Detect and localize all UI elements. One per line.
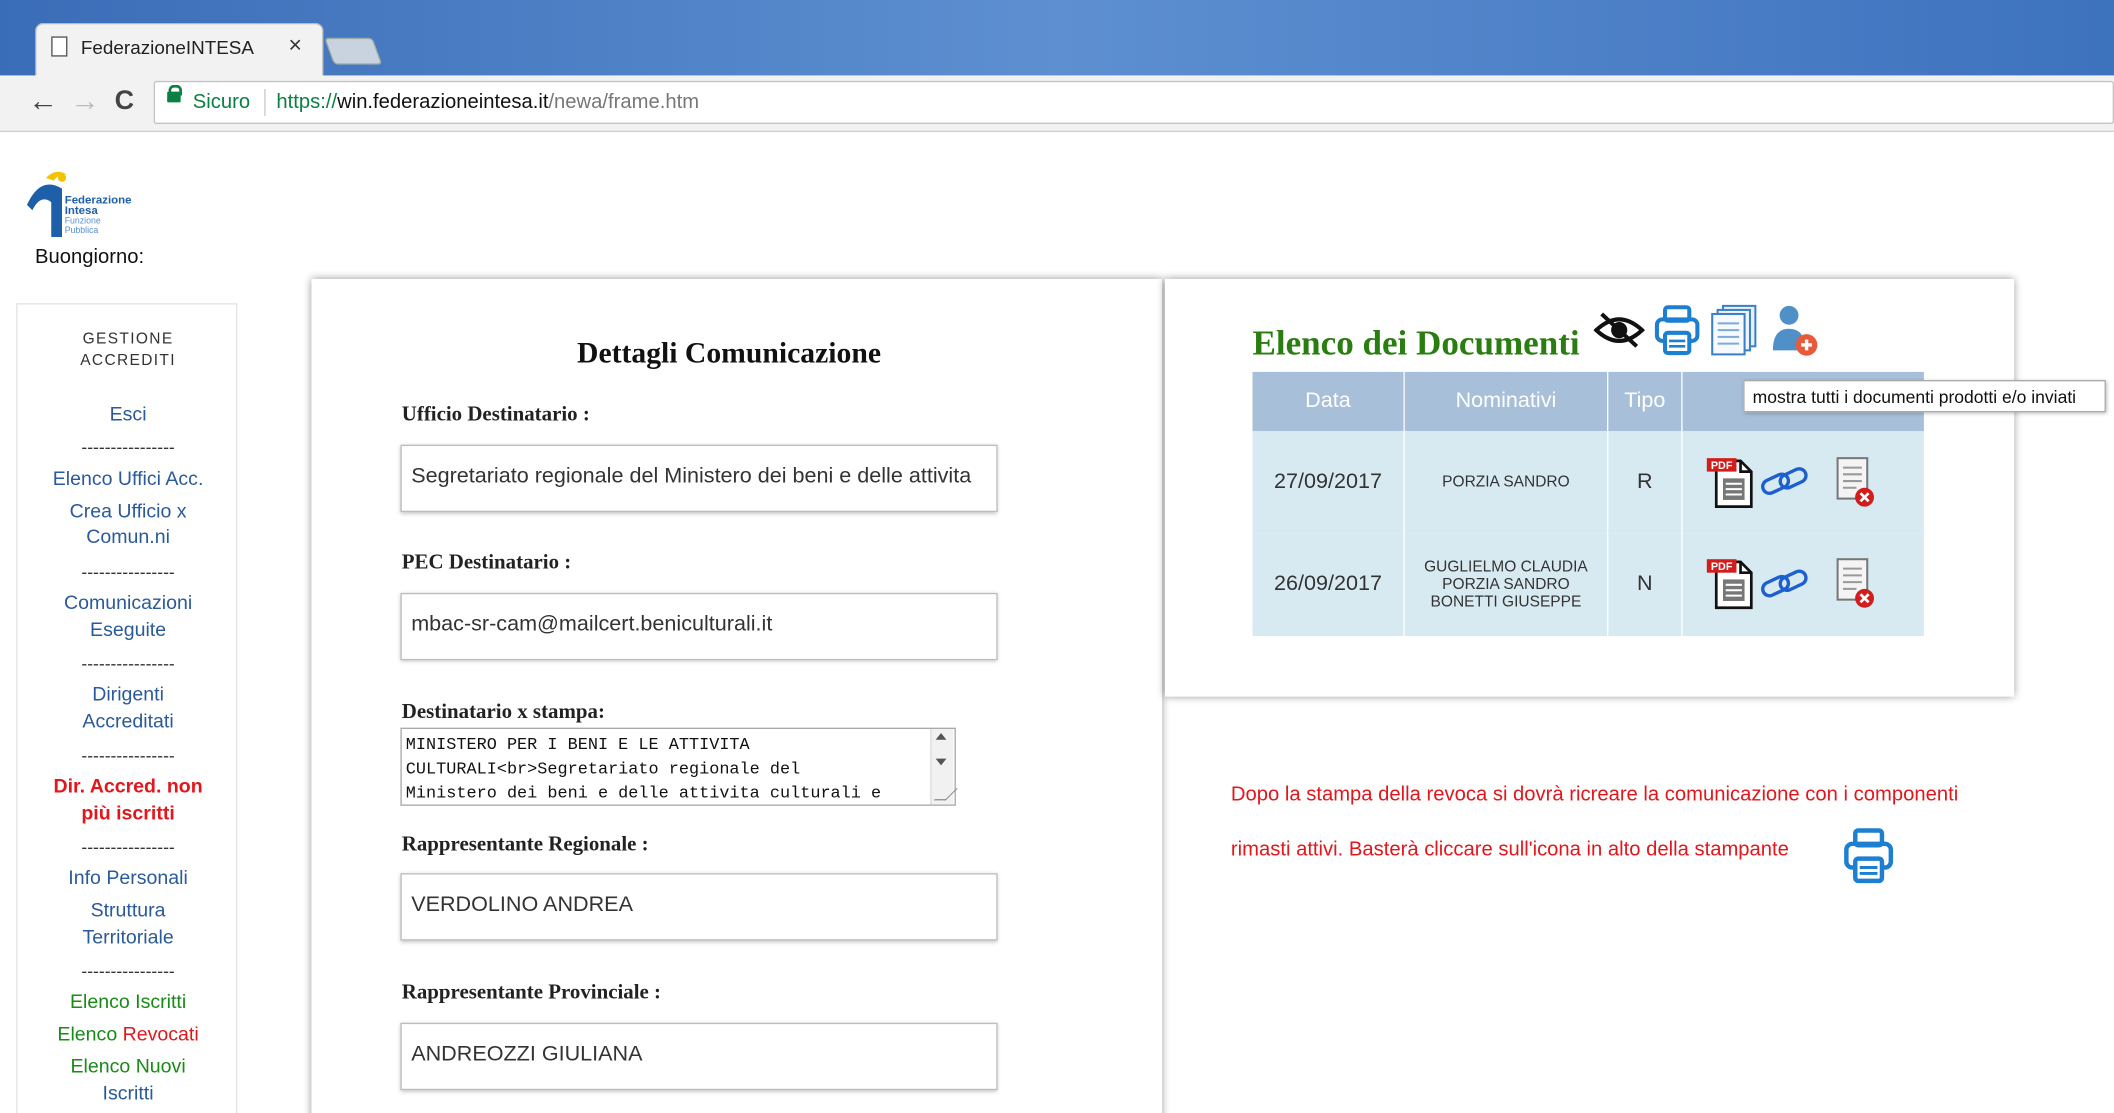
sidebar-item-crea-ufficio[interactable]: Crea Ufficio x Comun.ni [18,500,239,551]
sidebar-item-elenco-nuovi-iscritti[interactable]: Elenco Nuovi Iscritti [18,1054,239,1108]
ufficio-label: Ufficio Destinatario : [401,402,590,426]
sidebar-item-struttura-territoriale[interactable]: Struttura Territoriale [18,897,239,951]
table-cell-date: 26/09/2017 [1252,533,1405,637]
pec-field[interactable]: mbac-sr-cam@mailcert.beniculturali.it [400,592,998,661]
table-cell-date: 27/09/2017 [1252,431,1405,534]
sidebar-separator: ---------------- [81,436,175,457]
print-icon[interactable] [1842,826,1896,885]
secure-label[interactable]: Sicuro [193,90,250,113]
pdf-icon[interactable]: PDF [1705,557,1756,611]
provinciale-field[interactable]: ANDREOZZI GIULIANA [400,1022,998,1091]
close-tab-icon[interactable]: × [289,32,302,59]
column-header-data: Data [1252,371,1405,432]
sidebar-item-elenco-iscritti[interactable]: Elenco Iscritti [18,989,239,1016]
url-path: /newa/frame.htm [548,90,700,114]
url-divider [264,88,266,116]
sidebar-item-elenco-revocati[interactable]: Elenco Revocati [18,1021,239,1048]
url-scheme: https:// [276,90,338,114]
link-icon[interactable] [1759,566,1810,601]
sidebar-item-esci[interactable]: Esci [18,402,239,429]
tab-title: FederazioneINTESA [80,36,255,58]
sidebar-item-info-personali[interactable]: Info Personali [18,865,239,892]
name-entry: BONETTI GIUSEPPE [1430,593,1582,610]
stampa-label: Destinatario x stampa: [401,700,605,724]
sidebar-item-comunicazioni-eseguite[interactable]: Comunicazioni Eseguite [18,590,239,644]
table-cell-names: GUGLIELMO CLAUDIA PORZIA SANDRO BONETTI … [1404,533,1609,637]
name-entry: PORZIA SANDRO [1442,576,1570,593]
ufficio-field[interactable]: Segretariato regionale del Ministero dei… [400,444,998,513]
stampa-textarea[interactable]: MINISTERO PER I BENI E LE ATTIVITA CULTU… [400,727,956,806]
regionale-label: Rappresentante Regionale : [401,832,649,856]
name-entry: GUGLIELMO CLAUDIA [1424,558,1588,575]
pec-label: PEC Destinatario : [401,551,572,575]
federazione-intesa-logo: Federazione Intesa Funzione Pubblica [26,171,131,238]
lock-icon[interactable] [167,84,183,103]
page-icon [51,36,68,57]
pdf-icon[interactable]: PDF [1705,455,1756,509]
form-title: Dettagli Comunicazione [577,335,882,370]
revoke-document-icon[interactable] [1832,557,1878,611]
svg-text:PDF: PDF [1711,460,1733,472]
sidebar-item-dirigenti-accreditati[interactable]: Dirigenti Accreditati [18,682,239,736]
sidebar-item-elenco-uffici[interactable]: Elenco Uffici Acc. [18,466,239,493]
revoke-note-line2: rimasti attivi. Basterà cliccare sull'ic… [1230,838,1789,862]
link-icon[interactable] [1759,464,1810,499]
sidebar-heading: GESTIONE ACCREDITI [80,331,176,370]
new-tab-button[interactable] [324,37,383,65]
scroll-down-icon[interactable] [935,758,947,766]
column-header-nominativi: Nominativi [1404,371,1609,432]
column-header-tipo: Tipo [1608,371,1683,432]
scroll-up-icon[interactable] [935,733,947,740]
sidebar-separator: ---------------- [81,561,175,583]
table-cell-type: N [1608,533,1683,637]
regionale-field[interactable]: VERDOLINO ANDREA [400,873,998,941]
reload-icon[interactable]: C [115,86,134,117]
forward-icon[interactable]: → [70,84,100,119]
print-icon[interactable] [1653,303,1702,357]
greeting-text: Buongiorno: [35,245,145,269]
documents-title: Elenco dei Documenti [1252,323,1580,363]
sidebar: GESTIONE ACCREDITI Esci ----------------… [16,303,239,1113]
add-user-icon[interactable] [1772,302,1821,359]
table-cell-names: PORZIA SANDRO [1404,431,1609,534]
svg-text:Pubblica: Pubblica [65,225,99,235]
documents-stack-icon[interactable] [1710,303,1761,357]
url-host: win.federazioneintesa.it [337,90,549,114]
sidebar-separator: ---------------- [81,653,175,674]
hide-eye-icon[interactable] [1593,310,1645,350]
sidebar-separator: ---------------- [81,836,175,858]
tooltip: mostra tutti i documenti prodotti e/o in… [1743,379,2106,413]
revoke-note-line1: Dopo la stampa della revoca si dovrà ric… [1230,782,1959,806]
svg-text:PDF: PDF [1711,561,1733,573]
back-icon[interactable]: ← [28,84,58,119]
url-text[interactable]: https://win.federazioneintesa.it/newa/fr… [276,90,699,113]
provinciale-label: Rappresentante Provinciale : [401,980,662,1004]
table-cell-type: R [1608,431,1683,534]
revoke-document-icon[interactable] [1832,455,1878,509]
name-entry: PORZIA SANDRO [1442,473,1570,490]
sidebar-item-dir-non-iscritti[interactable]: Dir. Accred. non più iscritti [18,773,239,827]
sidebar-separator: ---------------- [81,745,175,766]
sidebar-separator: ---------------- [81,960,175,981]
